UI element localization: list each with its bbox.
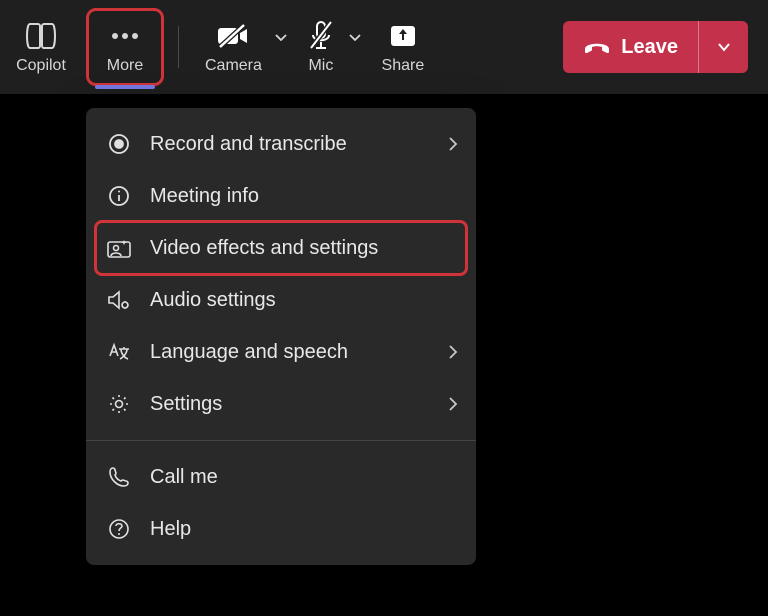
more-active-indicator (95, 85, 155, 89)
menu-label: Language and speech (150, 341, 448, 364)
chevron-down-icon (348, 32, 362, 42)
copilot-button[interactable]: Copilot (4, 8, 78, 86)
more-button[interactable]: More (86, 8, 164, 86)
mic-label: Mic (308, 57, 333, 75)
menu-item-help[interactable]: Help (86, 503, 476, 555)
menu-item-settings[interactable]: Settings (86, 378, 476, 430)
menu-divider (86, 440, 476, 441)
leave-options-button[interactable] (698, 21, 748, 73)
menu-label: Video effects and settings (150, 237, 458, 260)
menu-item-record[interactable]: Record and transcribe (86, 118, 476, 170)
more-menu: Record and transcribe Meeting info Video… (86, 108, 476, 565)
settings-icon (104, 393, 134, 415)
camera-label: Camera (205, 57, 262, 75)
menu-item-call-me[interactable]: Call me (86, 451, 476, 503)
record-icon (104, 133, 134, 155)
leave-label: Leave (621, 36, 678, 59)
chevron-right-icon (448, 396, 458, 412)
menu-label: Meeting info (150, 185, 458, 208)
more-label: More (107, 57, 143, 75)
more-icon (110, 19, 140, 53)
toolbar-divider (178, 26, 179, 68)
info-icon (104, 185, 134, 207)
audio-settings-icon (104, 289, 134, 311)
menu-item-meeting-info[interactable]: Meeting info (86, 170, 476, 222)
camera-off-icon (216, 19, 250, 53)
menu-item-audio-settings[interactable]: Audio settings (86, 274, 476, 326)
leave-button-group: Leave (563, 21, 748, 73)
camera-options-button[interactable] (274, 32, 294, 62)
menu-item-language[interactable]: Language and speech (86, 326, 476, 378)
chevron-right-icon (448, 344, 458, 360)
chevron-down-icon (274, 32, 288, 42)
chevron-right-icon (448, 136, 458, 152)
camera-button[interactable]: Camera (193, 8, 274, 86)
menu-label: Call me (150, 466, 458, 489)
phone-icon (104, 466, 134, 488)
menu-label: Record and transcribe (150, 133, 448, 156)
chevron-down-icon (716, 41, 732, 53)
leave-button[interactable]: Leave (563, 21, 698, 73)
help-icon (104, 518, 134, 540)
mic-button[interactable]: Mic (294, 8, 348, 86)
share-button[interactable]: Share (368, 8, 438, 86)
share-icon (389, 19, 417, 53)
video-effects-icon (104, 238, 134, 258)
share-label: Share (382, 57, 425, 75)
language-icon (104, 341, 134, 363)
copilot-icon (24, 19, 58, 53)
menu-label: Help (150, 518, 458, 541)
menu-item-video-effects[interactable]: Video effects and settings (86, 222, 476, 274)
menu-label: Settings (150, 393, 448, 416)
hangup-icon (583, 39, 611, 55)
mic-options-button[interactable] (348, 32, 368, 62)
meeting-toolbar: Copilot More Camera (0, 0, 768, 94)
menu-label: Audio settings (150, 289, 458, 312)
copilot-label: Copilot (16, 57, 66, 75)
mic-off-icon (306, 19, 336, 53)
